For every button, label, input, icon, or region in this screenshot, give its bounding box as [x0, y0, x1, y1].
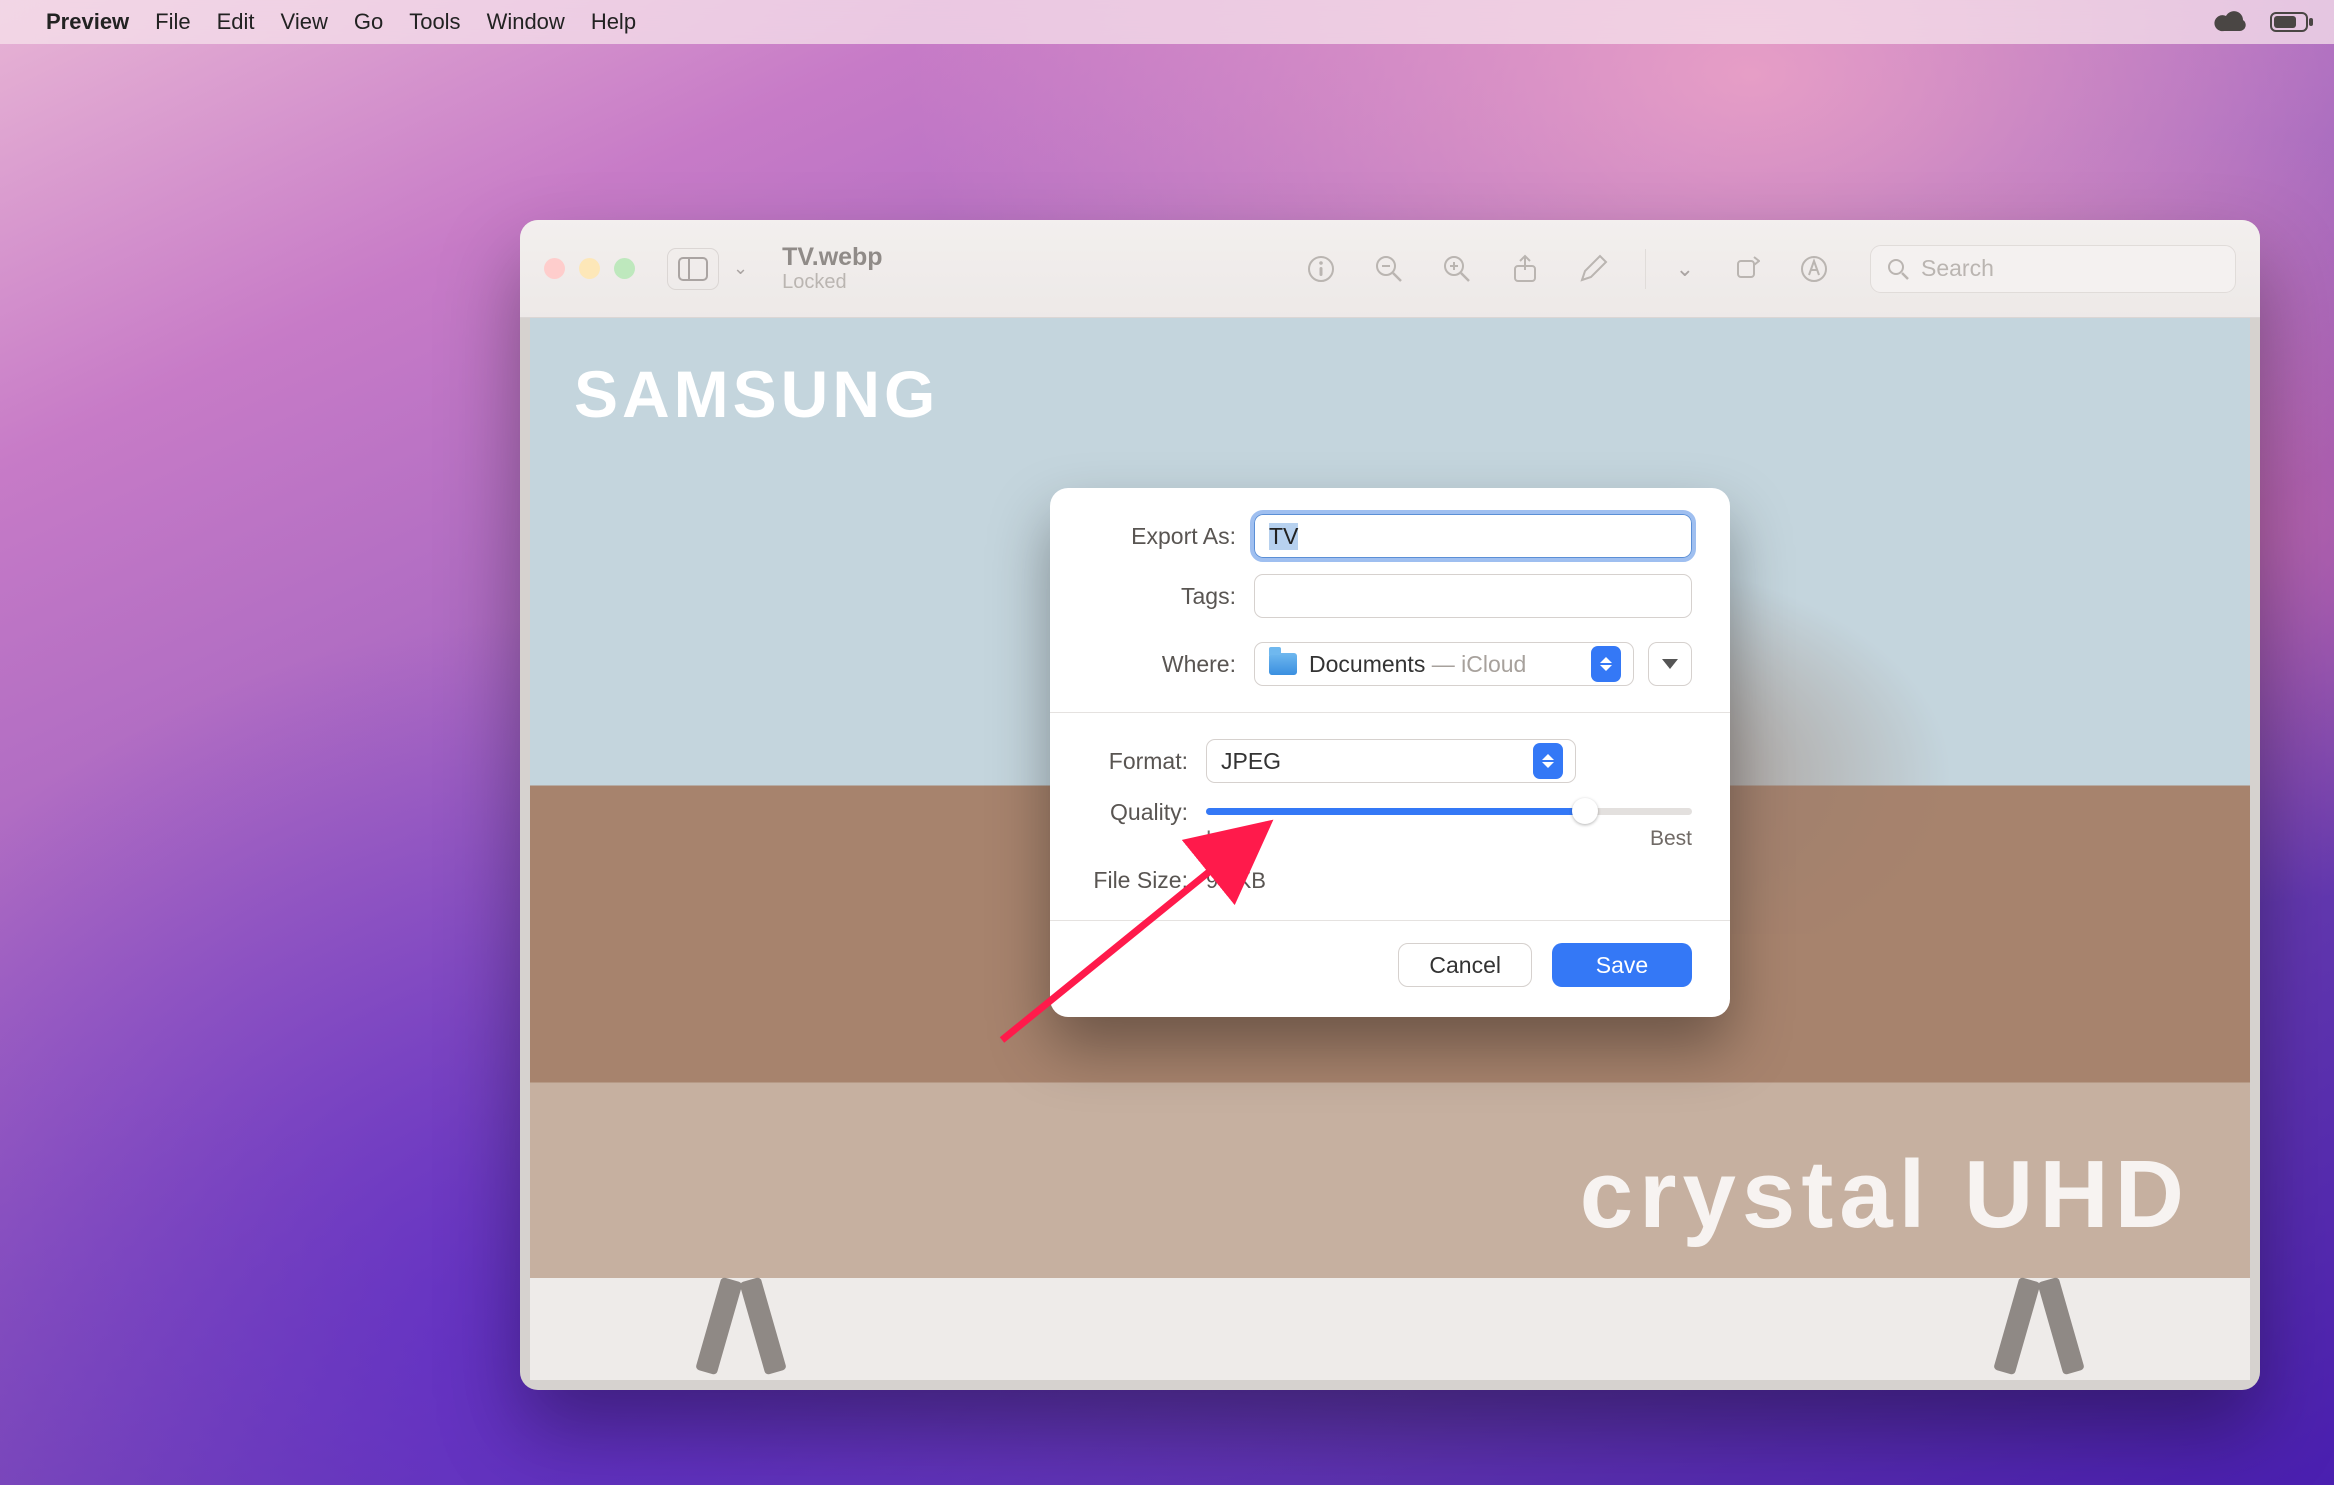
folder-icon [1269, 653, 1297, 675]
menu-tools[interactable]: Tools [409, 9, 460, 35]
close-button[interactable] [544, 258, 565, 279]
cloud-status-icon[interactable] [2214, 11, 2248, 33]
chevron-down-icon[interactable]: ⌄ [733, 258, 748, 279]
info-icon[interactable] [1305, 253, 1337, 285]
menu-edit[interactable]: Edit [217, 9, 255, 35]
app-menu[interactable]: Preview [46, 9, 129, 35]
tv-leg-left [698, 1278, 784, 1374]
chevron-down-icon[interactable]: ⌄ [1676, 256, 1694, 282]
search-field[interactable]: Search [1870, 245, 2236, 293]
image-bottom-strip [530, 1278, 2250, 1380]
menu-bar: Preview File Edit View Go Tools Window H… [0, 0, 2334, 44]
tags-input[interactable] [1254, 574, 1692, 618]
window-title: TV.webp [782, 243, 883, 272]
export-sheet: Export As: Tags: Where: Documents — iClo… [1050, 488, 1730, 1017]
minimize-button[interactable] [579, 258, 600, 279]
tv-leg-right [1996, 1278, 2082, 1374]
quality-slider[interactable] [1206, 799, 1692, 823]
fullscreen-button[interactable] [614, 258, 635, 279]
format-label: Format: [1088, 748, 1188, 775]
toolbar-separator [1645, 249, 1646, 289]
menu-file[interactable]: File [155, 9, 190, 35]
where-value: Documents — iCloud [1309, 651, 1579, 678]
tags-label: Tags: [1088, 583, 1236, 610]
save-button[interactable]: Save [1552, 943, 1692, 987]
menu-window[interactable]: Window [487, 9, 565, 35]
expand-save-panel-button[interactable] [1648, 642, 1692, 686]
zoom-out-icon[interactable] [1373, 253, 1405, 285]
window-subtitle: Locked [782, 271, 883, 294]
sidebar-toggle-button[interactable] [667, 248, 719, 290]
search-icon [1887, 258, 1909, 280]
image-brand-text: SAMSUNG [574, 356, 939, 432]
format-value: JPEG [1221, 748, 1521, 775]
quality-label: Quality: [1088, 799, 1188, 826]
rotate-icon[interactable] [1730, 253, 1762, 285]
image-tagline-text: crystal UHD [1580, 1140, 2190, 1250]
select-stepper-icon [1533, 743, 1563, 779]
window-title-block: TV.webp Locked [782, 243, 883, 295]
window-titlebar: ⌄ TV.webp Locked ⌄ Search [520, 220, 2260, 318]
highlight-icon[interactable] [1798, 253, 1830, 285]
menu-go[interactable]: Go [354, 9, 383, 35]
select-stepper-icon [1591, 646, 1621, 682]
quality-max-label: Best [1650, 827, 1692, 851]
toolbar-icons: ⌄ [1305, 249, 1830, 289]
preview-window: ⌄ TV.webp Locked ⌄ Search SAMSUNG crysta… [520, 220, 2260, 1390]
slider-thumb[interactable] [1572, 798, 1598, 824]
where-label: Where: [1088, 651, 1236, 678]
cancel-button[interactable]: Cancel [1398, 943, 1532, 987]
filesize-label: File Size: [1088, 867, 1188, 894]
search-placeholder: Search [1921, 255, 1994, 282]
filesize-value: 94 KB [1206, 868, 1266, 894]
window-controls [544, 258, 635, 279]
quality-min-label: Least [1206, 827, 1257, 851]
zoom-in-icon[interactable] [1441, 253, 1473, 285]
menu-view[interactable]: View [281, 9, 328, 35]
markup-icon[interactable] [1577, 253, 1609, 285]
menu-help[interactable]: Help [591, 9, 636, 35]
battery-status-icon[interactable] [2270, 11, 2314, 33]
format-select[interactable]: JPEG [1206, 739, 1576, 783]
export-as-input[interactable] [1254, 514, 1692, 558]
where-select[interactable]: Documents — iCloud [1254, 642, 1634, 686]
share-icon[interactable] [1509, 253, 1541, 285]
export-as-label: Export As: [1088, 523, 1236, 550]
